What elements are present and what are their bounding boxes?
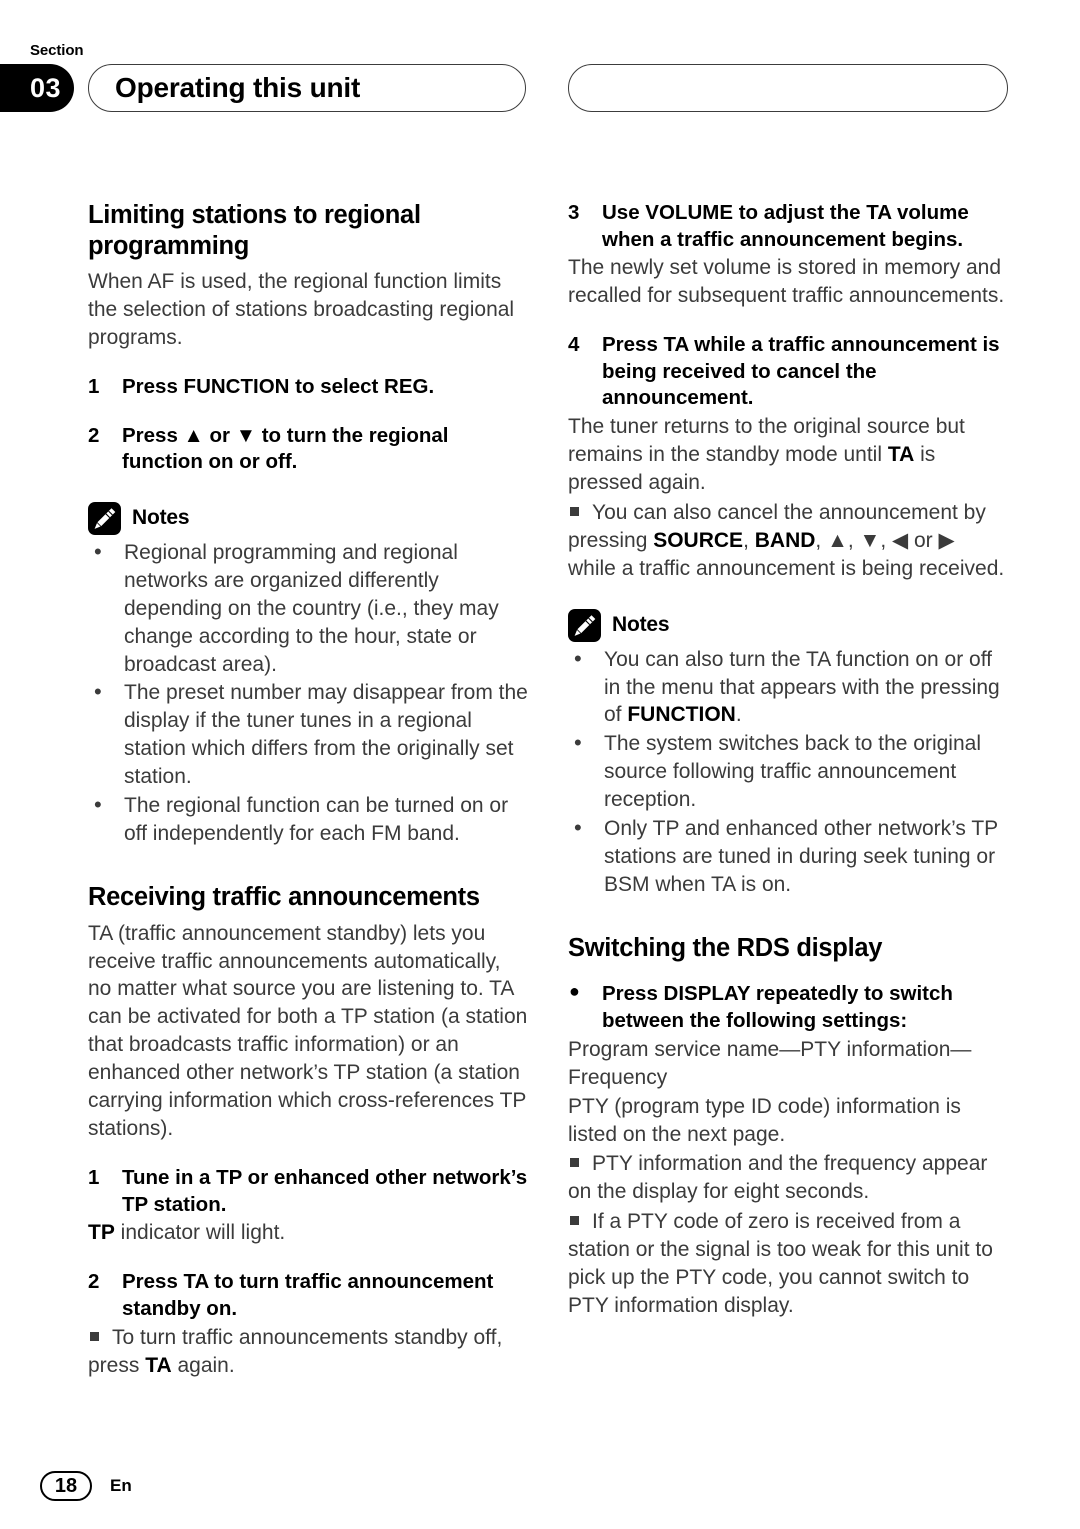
step-7-press-display: ● Press DISPLAY repeatedly to switch betw… xyxy=(568,981,1008,1034)
step-3-number: 1 xyxy=(88,1165,100,1189)
source-keyword: SOURCE xyxy=(653,528,744,552)
step-4-press-ta: 2 Press TA to turn traffic announcement s… xyxy=(88,1269,528,1322)
step-1-press-function: 1 Press FUNCTION to select REG. xyxy=(88,374,528,401)
ta-keyword: TA xyxy=(145,1354,172,1378)
square-bullet-icon xyxy=(570,506,579,516)
step-6-note-b: , xyxy=(743,528,755,552)
step-7-note-2-text: If a PTY code of zero is received from a… xyxy=(568,1210,993,1318)
step-6-press-ta-cancel: 4 Press TA while a traffic announcement i… xyxy=(568,332,1008,412)
step-7-subtext-1: Program service name—PTY information—Fre… xyxy=(568,1037,972,1089)
band-keyword: BAND xyxy=(754,528,816,552)
step-3-tune-tp: 1 Tune in a TP or enhanced other network’… xyxy=(88,1165,528,1218)
step-2-press-updown: 2 Press ▲ or ▼ to turn the regional funct… xyxy=(88,423,528,476)
note-item: The system switches back to the original… xyxy=(568,728,1008,814)
step-1-text: Press FUNCTION to select REG. xyxy=(122,374,435,398)
note-item: The preset number may disappear from the… xyxy=(88,677,528,791)
step-6-subtext: The tuner returns to the original source… xyxy=(568,413,1008,497)
language-label: En xyxy=(110,1476,132,1495)
pencil-icon xyxy=(88,501,121,535)
square-bullet-icon xyxy=(570,1158,579,1168)
step-6-square-note: You can also cancel the announcement by … xyxy=(568,499,1008,583)
right-column: 3 Use VOLUME to adjust the TA volume when… xyxy=(568,200,1008,1320)
step-7-text: Press DISPLAY repeatedly to switch betwe… xyxy=(602,982,953,1033)
step-4-number: 2 xyxy=(88,1270,100,1294)
step-4-text: Press TA to turn traffic announcement st… xyxy=(122,1270,494,1320)
notes-label-right: Notes xyxy=(612,613,670,637)
notes-list-right: You can also turn the TA function on or … xyxy=(568,644,1008,899)
note-1-b: . xyxy=(735,703,742,727)
pencil-icon xyxy=(568,608,601,642)
step-7-square-note-1: PTY information and the frequency appear… xyxy=(568,1150,1008,1206)
step-5-number: 3 xyxy=(568,201,580,224)
step-2-text: Press ▲ or ▼ to turn the regional functi… xyxy=(122,423,449,474)
section-label: Section xyxy=(30,42,84,59)
notes-label-left: Notes xyxy=(132,506,190,530)
note-item: You can also turn the TA function on or … xyxy=(568,644,1008,730)
step-5-subtext: The newly set volume is stored in memory… xyxy=(568,256,1005,308)
step-2-number: 2 xyxy=(88,423,100,447)
paragraph-ta-intro: TA (traffic announcement standby) lets y… xyxy=(88,921,528,1141)
function-keyword: FUNCTION xyxy=(627,703,736,727)
notes-header-left: Notes xyxy=(88,501,528,535)
section-number-tab: 03 xyxy=(0,64,74,112)
step-3-subtext: TP indicator will light. xyxy=(88,1219,528,1247)
step-3-text: Tune in a TP or enhanced other network’s… xyxy=(122,1165,528,1216)
heading-switching-rds: Switching the RDS display xyxy=(568,933,883,962)
heading-receiving-traffic: Receiving traffic announcements xyxy=(88,883,480,912)
step-3-subtext-rest: indicator will light. xyxy=(114,1221,286,1245)
square-bullet-icon xyxy=(570,1216,579,1226)
page-title: Operating this unit xyxy=(115,72,361,103)
note-item: Only TP and enhanced other network’s TP … xyxy=(568,813,1008,899)
step-7-square-note-2: If a PTY code of zero is received from a… xyxy=(568,1208,1008,1320)
note-item: Regional programming and regional networ… xyxy=(88,537,528,679)
step-4-note-c: again. xyxy=(171,1354,235,1378)
notes-header-right: Notes xyxy=(568,608,1008,642)
tp-keyword: TP xyxy=(88,1221,115,1245)
notes-list-left: Regional programming and regional networ… xyxy=(88,537,528,848)
step-6-number: 4 xyxy=(568,333,580,357)
heading-limiting-stations: Limiting stations to regional programmin… xyxy=(88,201,421,260)
ta-keyword: TA xyxy=(887,442,915,466)
step-6-text: Press TA while a traffic announcement is… xyxy=(602,333,1000,410)
left-column: Limiting stations to regional programmin… xyxy=(88,200,528,1380)
blank-header-pill xyxy=(568,64,1008,112)
note-item: The regional function can be turned on o… xyxy=(88,790,528,848)
step-7-subtext-2: PTY (program type ID code) information i… xyxy=(568,1094,961,1146)
page-header: Section 03 Operating this unit xyxy=(0,0,1080,140)
filled-circle-bullet-icon: ● xyxy=(569,981,580,1002)
chapter-title-pill: Operating this unit xyxy=(88,64,526,112)
step-5-text: Use VOLUME to adjust the TA volume when … xyxy=(602,201,969,251)
paragraph-regional-intro: When AF is used, the regional function l… xyxy=(88,270,515,350)
step-7-note-1-text: PTY information and the frequency appear… xyxy=(568,1152,988,1204)
step-5-use-volume: 3 Use VOLUME to adjust the TA volume when… xyxy=(568,200,1008,253)
square-bullet-icon xyxy=(90,1332,99,1342)
page-number-badge: 18 xyxy=(40,1471,92,1501)
step-1-number: 1 xyxy=(88,374,100,398)
page-footer: 18 En xyxy=(40,1471,132,1501)
step-4-square-note: To turn traffic announcements standby of… xyxy=(88,1324,528,1380)
